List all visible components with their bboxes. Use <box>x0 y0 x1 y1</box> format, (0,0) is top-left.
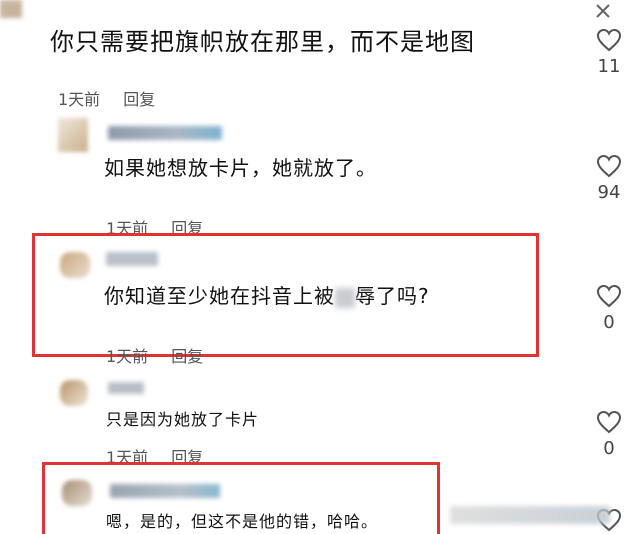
close-icon[interactable] <box>594 2 612 20</box>
heart-outline-icon <box>596 28 622 52</box>
redacted-character <box>335 287 355 308</box>
comment-text: 你只需要把旗帜放在那里，而不是地图 <box>50 28 475 56</box>
heart-outline-icon <box>596 154 622 178</box>
reply-button[interactable]: 回复 <box>171 347 203 366</box>
username-blurred[interactable] <box>106 252 158 266</box>
comment-text: 嗯，是的，但这不是他的错，哈哈。 <box>106 512 379 531</box>
comment-meta: 1天前 回复 <box>106 343 221 367</box>
comment-text-part: 辱了吗? <box>355 284 430 308</box>
like-button[interactable]: 0 <box>589 284 629 333</box>
username-blurred[interactable] <box>108 126 222 140</box>
avatar[interactable] <box>60 380 88 406</box>
comment-text: 你知道至少她在抖音上被 辱了吗? <box>104 280 430 309</box>
comment-text-part: 你知道至少她在抖音上被 <box>104 284 335 308</box>
reply-button[interactable]: 回复 <box>123 90 155 109</box>
like-count: 11 <box>597 56 621 77</box>
comment-meta: 1天前 回复 <box>58 86 173 110</box>
avatar[interactable] <box>0 0 22 18</box>
avatar[interactable] <box>60 252 90 278</box>
heart-outline-icon <box>596 410 622 434</box>
like-button[interactable]: 0 <box>589 410 629 459</box>
comment-time: 1天前 <box>106 347 149 366</box>
like-count: 0 <box>603 312 615 333</box>
like-button[interactable]: 94 <box>589 154 629 203</box>
comment-text: 只是因为她放了卡片 <box>106 410 260 429</box>
heart-outline-icon <box>596 284 622 308</box>
comment-time: 1天前 <box>58 90 101 109</box>
avatar[interactable] <box>62 480 92 506</box>
watermark-blurred <box>450 506 610 524</box>
username-blurred[interactable] <box>110 484 220 498</box>
avatar[interactable] <box>58 118 88 152</box>
like-count: 94 <box>597 182 621 203</box>
like-button[interactable]: 11 <box>589 28 629 77</box>
comment-text: 如果她想放卡片，她就放了。 <box>104 156 377 180</box>
like-count: 0 <box>603 438 615 459</box>
username-blurred[interactable] <box>108 382 144 394</box>
